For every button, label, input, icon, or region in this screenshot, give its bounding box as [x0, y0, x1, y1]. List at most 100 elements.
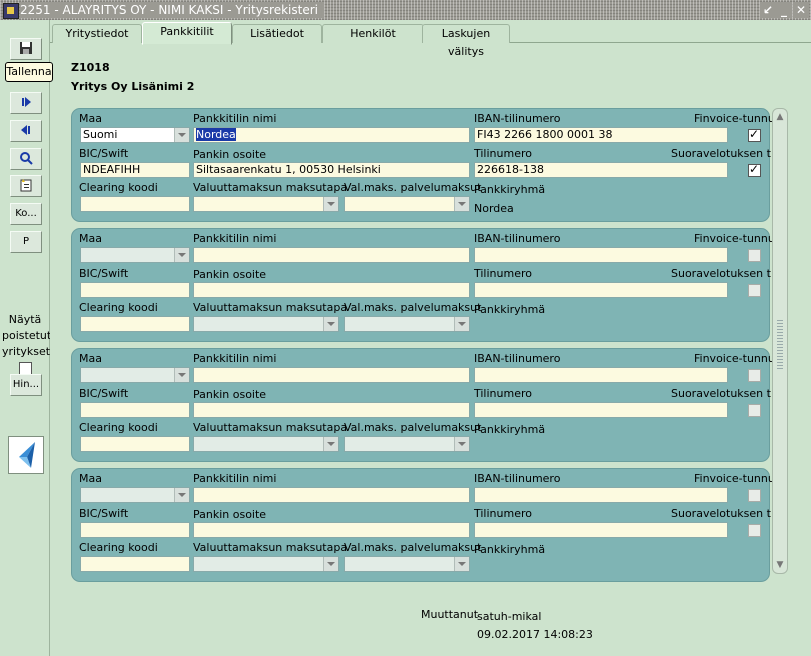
bic-label: BIC/Swift — [79, 507, 129, 520]
clearing-input[interactable] — [80, 196, 190, 212]
pankkitilin-nimi-label: Pankkitilin nimi — [193, 232, 277, 245]
chevron-down-icon[interactable] — [454, 557, 469, 571]
chevron-down-icon[interactable] — [323, 557, 338, 571]
iban-input[interactable] — [474, 247, 728, 263]
minimize-icon[interactable]: _ — [776, 2, 792, 18]
app-icon — [3, 3, 19, 19]
chevron-down-icon[interactable] — [454, 317, 469, 331]
pankkitilin-nimi-input[interactable] — [193, 367, 470, 383]
tilinumero-input[interactable]: 226618-138 — [474, 162, 728, 178]
clearing-label: Clearing koodi — [79, 181, 158, 194]
finvoice-checkbox[interactable] — [748, 127, 761, 142]
next-record-button[interactable] — [10, 92, 42, 114]
logo-icon — [19, 442, 35, 468]
ko-button[interactable]: Ko... — [10, 203, 42, 225]
valuuttamaksu-select[interactable] — [193, 316, 339, 332]
tab-yritystiedot[interactable]: Yritystiedot — [52, 24, 142, 43]
chevron-down-icon[interactable] — [174, 248, 189, 262]
maa-select[interactable] — [80, 247, 190, 263]
new-record-button[interactable] — [10, 175, 42, 197]
finvoice-label: Finvoice-tunnus — [694, 472, 781, 485]
pankkitilin-nimi-input[interactable]: Nordea — [193, 127, 470, 143]
pankin-osoite-input[interactable] — [193, 402, 470, 418]
finvoice-checkbox[interactable] — [748, 249, 761, 262]
clearing-input[interactable] — [80, 436, 190, 452]
previous-arrow-icon — [21, 125, 30, 135]
chevron-down-icon[interactable] — [323, 317, 338, 331]
pankin-osoite-label: Pankin osoite — [193, 388, 267, 401]
tilinumero-input[interactable] — [474, 522, 728, 538]
scroll-up-icon[interactable]: ▲ — [774, 111, 786, 123]
valuuttamaksu-select[interactable] — [193, 196, 339, 212]
iban-label: IBAN-tilinumero — [474, 352, 561, 365]
maa-select[interactable] — [80, 487, 190, 503]
pankkiryhma-label: Pankkiryhmä — [474, 543, 546, 556]
pankkitilin-nimi-input[interactable] — [193, 247, 470, 263]
search-button[interactable] — [10, 148, 42, 170]
palvelumaksut-label: Val.maks. palvelumaksut — [344, 181, 482, 194]
palvelumaksut-select[interactable] — [344, 436, 470, 452]
chevron-down-icon[interactable] — [174, 128, 189, 142]
save-button[interactable] — [10, 38, 42, 60]
finvoice-checkbox[interactable] — [748, 369, 761, 382]
records-scrollbar[interactable]: ▲ ▼ — [772, 108, 788, 574]
valuuttamaksu-select[interactable] — [193, 556, 339, 572]
clearing-input[interactable] — [80, 556, 190, 572]
chevron-down-icon[interactable] — [454, 197, 469, 211]
iban-input[interactable]: FI43 2266 1800 0001 38 — [474, 127, 728, 143]
suoravelotus-checkbox[interactable] — [748, 284, 761, 297]
bic-input[interactable] — [80, 402, 190, 418]
magnifier-icon — [20, 152, 33, 165]
tilinumero-input[interactable] — [474, 402, 728, 418]
palvelumaksut-select[interactable] — [344, 556, 470, 572]
pankkitilin-nimi-input[interactable] — [193, 487, 470, 503]
iban-label: IBAN-tilinumero — [474, 232, 561, 245]
suoravelotus-checkbox[interactable] — [748, 524, 761, 537]
pankkitilin-nimi-label: Pankkitilin nimi — [193, 112, 277, 125]
pankin-osoite-input[interactable] — [193, 522, 470, 538]
tab-pankkitilit[interactable]: Pankkitilit — [142, 22, 232, 45]
iban-input[interactable] — [474, 367, 728, 383]
clearing-label: Clearing koodi — [79, 421, 158, 434]
tab-lisatiedot[interactable]: Lisätiedot — [232, 24, 322, 43]
finvoice-checkbox[interactable] — [748, 489, 761, 502]
tab-bar: Yritystiedot Pankkitilit Lisätiedot Henk… — [50, 20, 811, 58]
restore-icon[interactable]: ↙ — [760, 2, 776, 18]
bic-input[interactable] — [80, 522, 190, 538]
previous-record-button[interactable] — [10, 120, 42, 142]
suoravelotus-checkbox[interactable] — [748, 162, 761, 177]
clearing-input[interactable] — [80, 316, 190, 332]
palvelumaksut-label: Val.maks. palvelumaksut — [344, 541, 482, 554]
chevron-down-icon[interactable] — [174, 488, 189, 502]
suoravelotus-checkbox[interactable] — [748, 404, 761, 417]
iban-label: IBAN-tilinumero — [474, 112, 561, 125]
bic-input[interactable]: NDEAFIHH — [80, 162, 190, 178]
chevron-down-icon[interactable] — [323, 437, 338, 451]
maa-label: Maa — [79, 112, 102, 125]
scroll-down-icon[interactable]: ▼ — [774, 559, 786, 571]
scroll-grip[interactable] — [777, 319, 783, 369]
chevron-down-icon[interactable] — [454, 437, 469, 451]
palvelumaksut-select[interactable] — [344, 316, 470, 332]
tab-henkilot[interactable]: Henkilöt — [322, 24, 424, 43]
finvoice-label: Finvoice-tunnus — [694, 112, 781, 125]
valuuttamaksu-label: Valuuttamaksun maksutapa — [193, 541, 348, 554]
muuttanut-label: Muuttanut — [421, 608, 479, 621]
hin-button[interactable]: Hin... — [10, 374, 42, 396]
tilinumero-input[interactable] — [474, 282, 728, 298]
close-icon[interactable]: ✕ — [793, 2, 809, 18]
valuuttamaksu-select[interactable] — [193, 436, 339, 452]
p-button[interactable]: P — [10, 231, 42, 253]
pankin-osoite-input[interactable] — [193, 282, 470, 298]
bank-account-record: Maa Pankkitilin nimi IBAN-tilinumero Fin… — [71, 348, 781, 462]
iban-input[interactable] — [474, 487, 728, 503]
tab-laskujen-valitys[interactable]: Laskujen välitys — [422, 24, 510, 58]
pankin-osoite-input[interactable]: Siltasaarenkatu 1, 00530 Helsinki — [193, 162, 470, 178]
maa-select[interactable] — [80, 367, 190, 383]
palvelumaksut-select[interactable] — [344, 196, 470, 212]
next-arrow-icon — [22, 97, 31, 107]
chevron-down-icon[interactable] — [323, 197, 338, 211]
bic-input[interactable] — [80, 282, 190, 298]
maa-select[interactable]: Suomi — [80, 127, 190, 143]
chevron-down-icon[interactable] — [174, 368, 189, 382]
